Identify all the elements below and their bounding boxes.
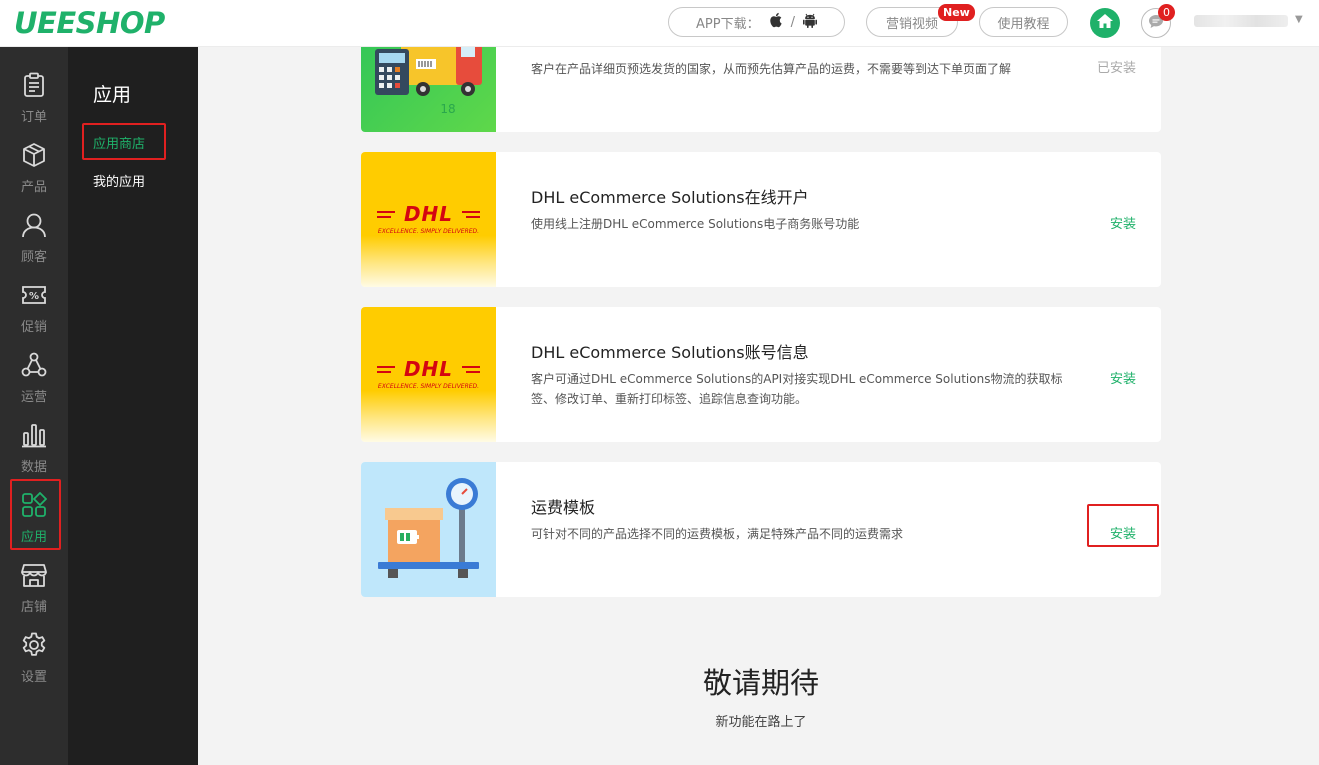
sidebar-item-label: 产品 [20,180,47,195]
home-button[interactable] [1090,8,1120,38]
user-account-name[interactable] [1194,15,1288,27]
sidebar-item-orders[interactable]: 订单 [0,62,68,128]
app-card-title: 运费模板 [531,498,596,517]
dhl-logo: DHL [403,357,454,381]
submenu-item-app-store[interactable]: 应用商店 [93,133,145,152]
message-count-badge: 0 [1158,4,1175,21]
bar-chart-icon [21,412,47,452]
app-card-dhl-account[interactable]: DHL EXCELLENCE. SIMPLY DELIVERED. DHL eC… [361,307,1161,442]
coming-soon-subtitle: 新功能在路上了 [715,715,807,730]
app-root: UEESHOP APP下载： / 营销视频 New 使用教程 0 ▼ 订单 产品… [0,0,1319,765]
app-card-image [361,462,496,597]
app-card-dhl-signup[interactable]: DHL EXCELLENCE. SIMPLY DELIVERED. DHL eC… [361,152,1161,287]
sidebar-item-data[interactable]: 数据 [0,412,68,478]
sidebar-item-settings[interactable]: 设置 [0,622,68,688]
sidebar-item-operations[interactable]: 运营 [0,342,68,408]
dhl-tagline: EXCELLENCE. SIMPLY DELIVERED. [377,383,480,390]
sidebar-item-promotions[interactable]: % 促销 [0,272,68,338]
store-icon [21,552,47,592]
apps-icon [21,482,48,522]
sidebar-item-label: 运营 [20,390,47,405]
sidebar-item-store[interactable]: 店铺 [0,552,68,618]
brand-logo[interactable]: UEESHOP [14,6,165,40]
sidebar-item-label: 数据 [20,460,47,475]
app-separator: / [790,14,795,30]
app-card-description: 客户可通过DHL eCommerce Solutions的API对接实现DHL … [531,372,1063,406]
clipboard-icon [21,62,47,102]
sidebar-item-label: 店铺 [20,600,47,615]
app-card-description: 可针对不同的产品选择不同的运费模板，满足特殊产品不同的运费需求 [531,527,904,541]
coming-soon-title: 敬请期待 [702,666,819,700]
apps-submenu: 应用 应用商店 我的应用 [68,47,198,765]
network-icon [21,342,47,382]
sidebar-item-label: 设置 [20,670,47,685]
android-icon[interactable] [802,12,817,32]
install-button[interactable]: 安装 [1110,368,1136,387]
sidebar-item-label: 应用 [20,530,47,545]
installed-label: 已安装 [1096,61,1136,76]
install-button[interactable]: 安装 [1110,523,1136,542]
app-card-title: DHL eCommerce Solutions账号信息 [531,343,809,362]
user-icon [21,202,47,242]
dhl-tagline: EXCELLENCE. SIMPLY DELIVERED. [377,228,480,235]
submenu-item-my-apps[interactable]: 我的应用 [93,171,145,190]
sidebar-item-label: 顾客 [20,250,47,265]
tutorial-button[interactable]: 使用教程 [979,7,1068,37]
sidebar-item-label: 订单 [20,110,47,125]
sidebar-item-products[interactable]: 产品 [0,132,68,198]
box-icon [21,132,47,172]
home-icon [1096,13,1114,33]
app-card-title: DHL eCommerce Solutions在线开户 [531,188,809,207]
sidebar-item-label: 促销 [20,320,47,335]
app-card-description: 使用线上注册DHL eCommerce Solutions电子商务账号功能 [531,217,860,231]
new-badge: New [938,4,975,21]
app-card-image: DHL EXCELLENCE. SIMPLY DELIVERED. [361,152,496,287]
app-card-description: 客户在产品详细页预选发货的国家，从而预先估算产品的运费，不需要等到达下单页面了解 [531,62,1012,76]
app-card-shipping-template[interactable]: 运费模板 可针对不同的产品选择不同的运费模板，满足特殊产品不同的运费需求 安装 [361,462,1161,597]
app-image-number: 18 [440,102,455,116]
main-sidebar: 订单 产品 顾客 % 促销 运营 数据 应用 店铺 设置 [0,47,68,765]
app-download-pill[interactable]: APP下载： / [668,7,845,37]
top-header: UEESHOP APP下载： / 营销视频 New 使用教程 0 ▼ [0,0,1319,47]
package-scale-illustration [378,478,479,578]
caret-down-icon[interactable]: ▼ [1295,14,1303,25]
gear-icon [21,622,47,662]
apple-icon[interactable] [768,12,783,32]
coupon-icon: % [21,272,47,312]
sidebar-item-apps[interactable]: 应用 [0,482,68,548]
svg-text:%: % [29,291,39,302]
sidebar-item-customers[interactable]: 顾客 [0,202,68,268]
submenu-title: 应用 [93,84,132,106]
dhl-logo: DHL [403,202,454,226]
app-download-label: APP下载： [696,16,760,32]
app-card-image: DHL EXCELLENCE. SIMPLY DELIVERED. [361,307,496,442]
install-button[interactable]: 安装 [1110,213,1136,232]
